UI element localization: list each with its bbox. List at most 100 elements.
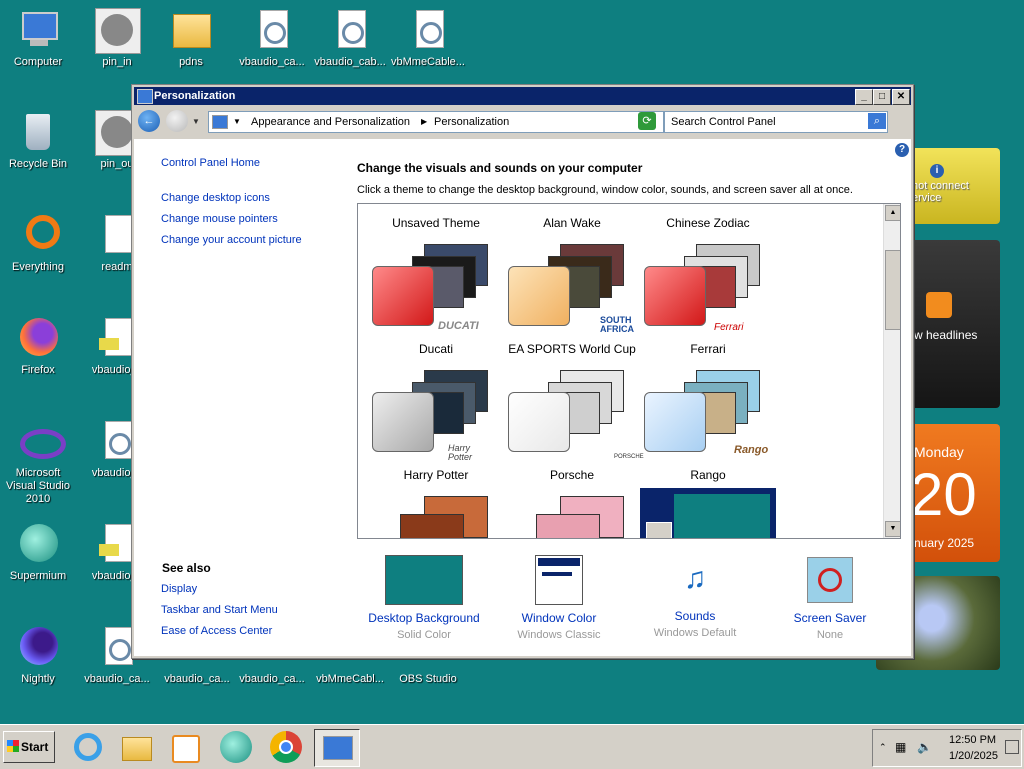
network-icon[interactable]: ▦ — [895, 740, 906, 754]
internet-explorer-icon[interactable] — [70, 729, 106, 765]
theme-chinese-zodiac-label[interactable]: Chinese Zodiac — [640, 216, 776, 230]
desktop-icon-vbmmecable[interactable]: vbMmeCable... — [391, 8, 465, 69]
info-icon: i — [930, 164, 944, 178]
window-title: Personalization — [154, 90, 236, 102]
desktop-icon-pin-in[interactable]: pin_in — [80, 8, 154, 69]
system-tray: ⌃ ▦ 🔈 12:50 PM 1/20/2025 — [872, 729, 1022, 767]
sounds-value: Windows Default — [653, 627, 737, 639]
desktop-icon-vbaudio-config-4[interactable]: vbaudio_cab... — [313, 8, 387, 69]
file-explorer-icon[interactable] — [118, 729, 154, 765]
chrome-icon[interactable] — [268, 729, 304, 765]
theme-name: Porsche — [549, 468, 595, 482]
theme-swatch — [372, 266, 434, 326]
theme-rango[interactable]: Rango — [644, 366, 770, 464]
search-icon[interactable]: ⌕ — [868, 113, 886, 129]
theme-ferrari[interactable]: Ferrari — [644, 240, 770, 338]
windows-logo-icon — [7, 740, 19, 752]
theme-ea-sports[interactable]: SOUTH AFRICA — [508, 240, 634, 338]
link-display[interactable]: Display — [161, 583, 197, 595]
theme-swatch — [644, 266, 706, 326]
rss-icon — [926, 292, 952, 318]
clock-time[interactable]: 12:50 PM — [949, 734, 996, 746]
theme-ducati[interactable]: DUCATI — [372, 240, 498, 338]
desktop-icon-recycle-bin[interactable]: Recycle Bin — [1, 110, 75, 171]
calendar-month-year: nuary 2025 — [914, 536, 975, 550]
start-button[interactable]: Start — [3, 731, 55, 763]
theme-name: Harry Potter — [403, 468, 469, 482]
theme-gallery: Unsaved Theme Alan Wake Chinese Zodiac D… — [357, 203, 901, 539]
link-control-panel-home[interactable]: Control Panel Home — [161, 157, 260, 169]
firefox-nightly-icon — [16, 625, 60, 669]
theme-windows-classic-selected[interactable] — [640, 488, 776, 538]
search-placeholder: Search Control Panel — [671, 116, 776, 128]
theme-swatch — [508, 392, 570, 452]
control-panel-taskbar-button[interactable] — [314, 729, 360, 767]
config-file-icon — [406, 8, 450, 52]
clock-date[interactable]: 1/20/2025 — [949, 750, 998, 762]
theme-alan-wake-label[interactable]: Alan Wake — [504, 216, 640, 230]
supermium-taskbar-icon[interactable] — [218, 729, 254, 765]
search-input[interactable]: Search Control Panel ⌕ — [664, 111, 888, 133]
desktop-icon-computer[interactable]: Computer — [1, 8, 75, 69]
theme-swatch — [508, 266, 570, 326]
desktop-icon-everything[interactable]: Everything — [1, 213, 75, 274]
desktop-icon-firefox[interactable]: Firefox — [1, 316, 75, 377]
theme-gallery-scrollbar[interactable]: ▲ ▼ — [883, 204, 900, 538]
start-label: Start — [21, 740, 49, 754]
theme-swatch — [644, 392, 706, 452]
window-color-item[interactable]: Window Color Windows Classic — [491, 555, 627, 641]
theme-brand-logo: Harry Potter — [448, 443, 473, 462]
computer-icon — [16, 8, 60, 52]
scroll-thumb[interactable] — [885, 250, 900, 330]
scroll-up-icon[interactable]: ▲ — [885, 205, 900, 221]
sounds-item[interactable]: ♫ Sounds Windows Default — [627, 555, 763, 639]
page-heading: Change the visuals and sounds on your co… — [357, 161, 643, 175]
theme-name: EA SPORTS World Cup — [508, 342, 636, 356]
window-titlebar[interactable]: Personalization _ □ ✕ — [134, 87, 911, 105]
media-player-icon[interactable] — [166, 729, 202, 765]
desktop-background-item[interactable]: Desktop Background Solid Color — [356, 555, 492, 641]
everything-search-icon — [16, 213, 60, 257]
link-change-mouse-pointers[interactable]: Change mouse pointers — [161, 213, 278, 225]
back-icon[interactable]: ← — [138, 110, 160, 132]
link-taskbar-start-menu[interactable]: Taskbar and Start Menu — [161, 604, 278, 616]
address-segment-appearance[interactable]: Appearance and Personalization — [251, 116, 410, 128]
link-ease-of-access[interactable]: Ease of Access Center — [161, 625, 272, 637]
theme-partial-1[interactable] — [372, 492, 498, 538]
maximize-button[interactable]: □ — [873, 89, 891, 105]
refresh-icon[interactable]: ⟳ — [638, 112, 656, 130]
theme-porsche[interactable]: PORSCHE — [508, 366, 644, 464]
close-button[interactable]: ✕ — [892, 89, 910, 105]
calendar-weekday: Monday — [914, 444, 964, 460]
desktop-icon-pdns[interactable]: pdns — [154, 8, 228, 69]
forward-icon[interactable] — [166, 110, 188, 132]
folder-icon — [169, 8, 213, 52]
screen-saver-value: None — [816, 629, 844, 641]
theme-harry-potter[interactable]: Harry Potter — [372, 366, 498, 464]
desktop-icon-vbaudio-config-3[interactable]: vbaudio_ca... — [235, 8, 309, 69]
theme-unsaved-label[interactable]: Unsaved Theme — [368, 216, 504, 230]
address-segment-personalization[interactable]: Personalization — [434, 116, 509, 128]
address-separator-icon: ▶ — [421, 117, 428, 126]
address-bar[interactable]: ▼ Appearance and Personalization ▶ Perso… — [208, 111, 664, 133]
volume-icon[interactable]: 🔈 — [917, 740, 932, 754]
desktop-icon-supermium[interactable]: Supermium — [1, 522, 75, 583]
show-hidden-icons-icon[interactable]: ⌃ — [879, 742, 887, 753]
history-dropdown-icon[interactable]: ▼ — [192, 117, 200, 126]
visual-studio-icon — [16, 419, 66, 463]
minimize-button[interactable]: _ — [855, 89, 873, 105]
control-panel-icon — [212, 115, 228, 129]
show-desktop-button[interactable] — [1005, 740, 1019, 754]
desktop-icon-nightly[interactable]: Nightly — [1, 625, 75, 686]
help-icon[interactable]: ? — [895, 143, 909, 157]
theme-partial-2[interactable] — [508, 492, 634, 538]
see-also-heading: See also — [162, 561, 211, 575]
screen-saver-item[interactable]: Screen Saver None — [762, 555, 898, 641]
scroll-down-icon[interactable]: ▼ — [885, 521, 900, 537]
window-app-icon — [137, 89, 153, 104]
link-change-desktop-icons[interactable]: Change desktop icons — [161, 192, 270, 204]
desktop-icon-visual-studio[interactable]: Microsoft Visual Studio 2010 — [1, 419, 75, 506]
theme-brand-logo: Rango — [734, 444, 769, 456]
window-color-value: Windows Classic — [517, 629, 601, 641]
link-change-account-picture[interactable]: Change your account picture — [161, 234, 302, 246]
